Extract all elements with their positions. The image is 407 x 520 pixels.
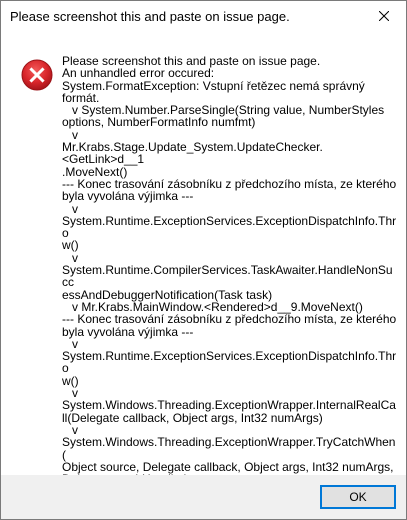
error-icon [21,59,53,91]
window-title: Please screenshot this and paste on issu… [10,9,290,24]
message-line: ll(Delegate callback, Object args, Int32… [62,410,323,425]
message-line: System.Runtime.CompilerServices.TaskAwai… [62,263,393,290]
dialog-footer: OK [1,475,406,519]
message-line: System.Windows.Threading.ExceptionWrappe… [62,435,396,462]
ok-button[interactable]: OK [320,485,396,509]
error-dialog: Please screenshot this and paste on issu… [0,0,407,520]
message-line: options, NumberFormatInfo numfmt) [62,115,256,130]
close-icon [379,11,389,21]
error-message: Please screenshot this and paste on issu… [62,55,397,498]
message-line: System.Runtime.ExceptionServices.Excepti… [62,349,397,376]
title-bar[interactable]: Please screenshot this and paste on issu… [1,1,406,35]
message-line: System.FormatException: Vstupní řetězec … [62,78,365,93]
dialog-content: Please screenshot this and paste on issu… [1,35,406,498]
message-line: Mr.Krabs.Stage.Update_System.UpdateCheck… [62,140,323,167]
message-line: System.Runtime.ExceptionServices.Excepti… [62,213,397,241]
message-line: byla vyvolána výjimka --- [62,324,194,339]
close-button[interactable] [362,1,406,31]
message-line: byla vyvolána výjimka --- [62,189,194,204]
